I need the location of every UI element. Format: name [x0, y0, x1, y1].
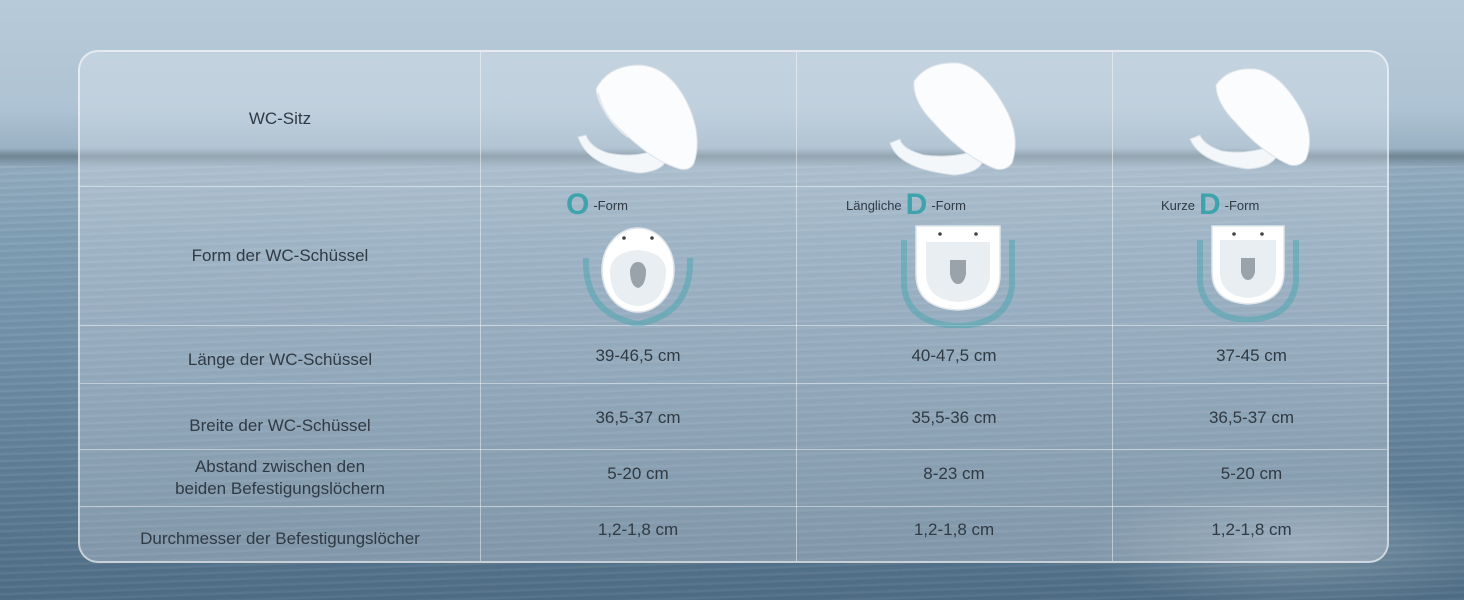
row-divider [80, 325, 1387, 326]
row-label-line: beiden Befestigungslöchern [175, 479, 385, 498]
length-value: 39-46,5 cm [595, 346, 681, 365]
length-value: 37-45 cm [1216, 346, 1287, 365]
shape-suffix: -Form [931, 197, 966, 213]
row-divider [80, 506, 1387, 507]
shape-suffix: -Form [1224, 197, 1260, 213]
row-label-hole-diameter: Durchmesser der Befestigungslöcher [140, 529, 420, 548]
o-shaped-toilet-seat-icon [577, 64, 698, 174]
short-d-shaped-toilet-seat-icon [1188, 68, 1310, 170]
seat-image-cell [480, 52, 796, 186]
width-value: 36,5-37 cm [595, 408, 681, 427]
row-label-width: Breite der WC-Schüssel [189, 416, 371, 435]
hole-diameter-value: 1,2-1,8 cm [1211, 520, 1292, 539]
long-d-shaped-bowl-icon [901, 225, 1015, 328]
hole-distance-value: 8-23 cm [923, 464, 985, 483]
row-divider [80, 383, 1387, 384]
comparison-table: WC-Sitz Form der WC-Schüssel O -Form Län… [78, 50, 1389, 563]
hole-distance-value: 5-20 cm [1220, 464, 1283, 483]
shape-letter: O [566, 188, 590, 221]
row-label-hole-distance: Abstand zwischen den beiden Befestigungs… [80, 453, 480, 503]
shape-prefix: Längliche [846, 197, 902, 213]
row-divider [80, 449, 1387, 450]
o-shaped-bowl-icon [582, 227, 694, 326]
shape-prefix: Kurze [1161, 197, 1195, 213]
hole-diameter-value: 1,2-1,8 cm [913, 520, 995, 539]
row-label-seat: WC-Sitz [248, 109, 312, 128]
short-d-shaped-bowl-icon [1197, 225, 1299, 322]
shape-suffix: -Form [593, 197, 629, 213]
seat-image-cell [1112, 52, 1387, 186]
width-value: 35,5-36 cm [911, 408, 997, 427]
seat-image-cell [796, 52, 1112, 186]
long-d-shaped-toilet-seat-icon [889, 62, 1016, 176]
row-label-bowl-shape: Form der WC-Schüssel [191, 245, 369, 265]
length-value: 40-47,5 cm [911, 346, 997, 365]
hole-diameter-value: 1,2-1,8 cm [597, 520, 679, 539]
row-label-length: Länge der WC-Schüssel [187, 350, 373, 369]
shape-title: O -Form [562, 190, 628, 220]
width-value: 36,5-37 cm [1208, 408, 1295, 427]
hole-distance-value: 5-20 cm [607, 464, 669, 483]
row-label-line: Abstand zwischen den [194, 457, 366, 476]
